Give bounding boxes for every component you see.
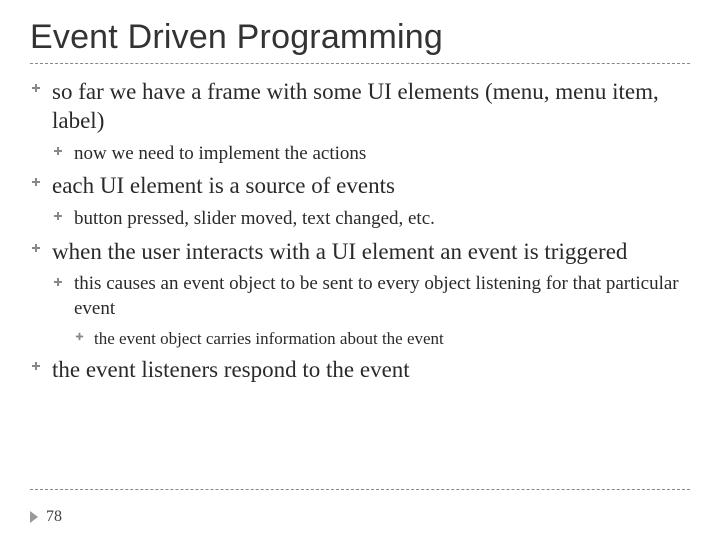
bullet-text: this causes an event object to be sent t… <box>74 273 679 319</box>
bullet-level-1: each UI element is a source of events <box>30 172 690 201</box>
bullet-icon <box>30 176 44 190</box>
slide-footer: 78 <box>30 508 62 526</box>
slide-content: so far we have a frame with some UI elem… <box>30 78 690 385</box>
bullet-text: so far we have a frame with some UI elem… <box>52 79 659 133</box>
bullet-icon <box>30 242 44 256</box>
bullet-text: each UI element is a source of events <box>52 173 395 198</box>
bullet-text: the event listeners respond to the event <box>52 357 410 382</box>
page-marker-icon <box>30 511 40 523</box>
page-number: 78 <box>46 508 62 526</box>
bullet-text: button pressed, slider moved, text chang… <box>74 208 435 229</box>
bullet-level-2: this causes an event object to be sent t… <box>52 272 690 321</box>
bullet-icon <box>52 145 66 159</box>
slide-title: Event Driven Programming <box>30 18 690 57</box>
bullet-icon <box>30 360 44 374</box>
bullet-level-1: the event listeners respond to the event <box>30 356 690 385</box>
bullet-level-3: the event object carries information abo… <box>74 328 690 350</box>
footer-divider <box>30 489 690 490</box>
slide: Event Driven Programming so far we have … <box>0 0 720 540</box>
bullet-level-2: now we need to implement the actions <box>52 142 690 167</box>
bullet-text: when the user interacts with a UI elemen… <box>52 239 627 264</box>
bullet-level-1: when the user interacts with a UI elemen… <box>30 238 690 267</box>
bullet-text: the event object carries information abo… <box>94 329 444 348</box>
bullet-level-2: button pressed, slider moved, text chang… <box>52 207 690 232</box>
bullet-icon <box>74 331 88 345</box>
bullet-icon <box>52 210 66 224</box>
bullet-text: now we need to implement the actions <box>74 143 366 164</box>
bullet-icon <box>52 276 66 290</box>
bullet-level-1: so far we have a frame with some UI elem… <box>30 78 690 136</box>
bullet-icon <box>30 82 44 96</box>
title-divider <box>30 63 690 64</box>
